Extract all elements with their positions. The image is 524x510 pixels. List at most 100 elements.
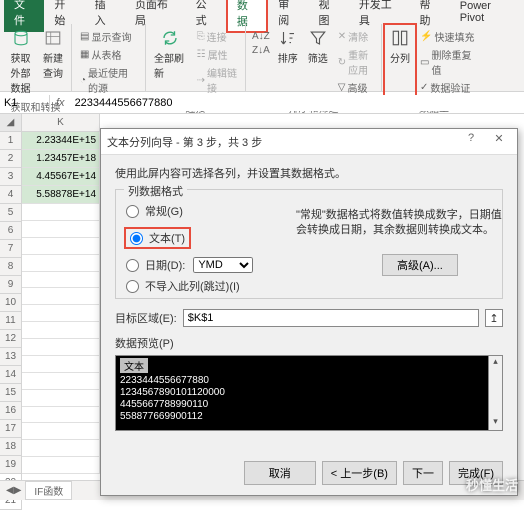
edit-link-icon: ⇢ (197, 75, 205, 86)
sort-asc-button[interactable]: A↓Z (250, 30, 272, 43)
refresh-label: 全部刷新 (154, 50, 187, 80)
dialog-close-button[interactable]: ✕ (487, 132, 511, 152)
cell[interactable] (22, 238, 100, 255)
sort-button[interactable]: 排序 (274, 26, 302, 98)
row-header[interactable]: 9 (0, 276, 22, 294)
column-header-k[interactable]: K (22, 114, 100, 132)
row-header[interactable]: 17 (0, 420, 22, 438)
row-header[interactable]: 18 (0, 438, 22, 456)
row-header[interactable]: 14 (0, 366, 22, 384)
clear-icon: ✕ (338, 31, 346, 42)
row-header[interactable]: 6 (0, 222, 22, 240)
formula-input[interactable] (71, 95, 524, 111)
row-header[interactable]: 5 (0, 204, 22, 222)
data-validation-button[interactable]: ✓数据验证 (418, 79, 480, 96)
row-header[interactable]: 3 (0, 168, 22, 186)
fx-icon[interactable]: fx (50, 97, 71, 109)
preview-line: 558877669900112 (120, 411, 203, 422)
edit-links-button[interactable]: ⇢编辑链接 (195, 64, 239, 96)
name-box[interactable]: K1 (0, 95, 50, 111)
radio-skip-row[interactable]: 不导入此列(跳过)(I) (126, 278, 492, 294)
get-external-data-button[interactable]: 获取 外部数据 (4, 26, 37, 97)
cell[interactable] (22, 440, 100, 457)
flash-fill-button[interactable]: ⚡快速填充 (418, 28, 480, 45)
row-header[interactable]: 11 (0, 312, 22, 330)
row-header[interactable]: 2 (0, 150, 22, 168)
cell[interactable] (22, 457, 100, 474)
refresh-icon (160, 28, 180, 48)
scroll-up-icon[interactable]: ▴ (489, 356, 502, 370)
target-range-input[interactable] (183, 309, 479, 327)
text-to-columns-button[interactable]: 分列 (386, 26, 414, 98)
show-query-button[interactable]: ▤显示查询 (78, 28, 139, 45)
cell[interactable] (22, 339, 100, 356)
sheet-nav-prev[interactable]: ◀ (6, 485, 14, 496)
preview-line: 4455667788990110 (120, 399, 208, 410)
sort-desc-button[interactable]: Z↓A (250, 44, 272, 57)
dedup-icon: ▭ (420, 57, 429, 68)
back-button[interactable]: < 上一步(B) (322, 461, 397, 485)
radio-text-row[interactable]: 文本(T) (126, 229, 189, 247)
cell[interactable] (22, 407, 100, 424)
radio-skip[interactable] (126, 280, 139, 293)
radio-text[interactable] (130, 232, 143, 245)
data-preview: 文本 2233444556677880 1234567890101120000 … (115, 355, 503, 431)
cell[interactable] (22, 255, 100, 272)
row-header[interactable]: 1 (0, 132, 22, 150)
select-all-corner[interactable]: ◢ (0, 114, 22, 132)
dialog-intro-text: 使用此屏内容可选择各列，并设置其数据格式。 (115, 165, 503, 181)
row-header[interactable]: 8 (0, 258, 22, 276)
range-picker-button[interactable]: ↥ (485, 309, 503, 327)
cancel-button[interactable]: 取消 (244, 461, 316, 485)
properties-button[interactable]: ☷属性 (195, 46, 239, 63)
advanced-button[interactable]: 高级(A)... (382, 254, 458, 276)
cell[interactable] (22, 390, 100, 407)
cell[interactable]: 4.45567E+14 (22, 168, 100, 186)
row-header[interactable]: 10 (0, 294, 22, 312)
row-header[interactable]: 16 (0, 402, 22, 420)
target-label: 目标区域(E): (115, 310, 177, 326)
radio-general[interactable] (126, 205, 139, 218)
sheet-tab[interactable]: IF函数 (25, 481, 72, 500)
cell[interactable] (22, 322, 100, 339)
cell[interactable] (22, 373, 100, 390)
next-button[interactable]: 下一 (403, 461, 443, 485)
connections-button[interactable]: ⎘连接 (195, 28, 239, 45)
reapply-button[interactable]: ↻重新应用 (336, 46, 375, 78)
row-header[interactable]: 7 (0, 240, 22, 258)
preview-scrollbar[interactable]: ▴ ▾ (488, 356, 502, 430)
cell[interactable] (22, 272, 100, 289)
recent-icon: ◔ (80, 75, 86, 86)
cell[interactable] (22, 305, 100, 322)
cell[interactable]: 2.23344E+15 (22, 132, 100, 150)
radio-date-label: 日期(D): (145, 257, 185, 273)
row-header[interactable]: 15 (0, 384, 22, 402)
row-header[interactable]: 19 (0, 456, 22, 474)
cell[interactable] (22, 288, 100, 305)
dialog-help-button[interactable]: ? (459, 132, 483, 152)
cell[interactable] (22, 204, 100, 221)
advanced-filter-button[interactable]: ▽高级 (336, 79, 375, 96)
filter-button[interactable]: 筛选 (304, 26, 332, 98)
sheet-nav-next[interactable]: ▶ (14, 485, 22, 496)
date-format-select[interactable]: YMD (193, 257, 253, 273)
from-table-button[interactable]: ▦从表格 (78, 46, 139, 63)
new-query-button[interactable]: 新建 查询 (39, 26, 67, 97)
preview-label: 数据预览(P) (115, 335, 503, 351)
cell[interactable]: 5.58878E+14 (22, 186, 100, 204)
radio-date[interactable] (126, 259, 139, 272)
cell[interactable]: 1.23457E+18 (22, 150, 100, 168)
remove-duplicates-button[interactable]: ▭删除重复值 (418, 46, 480, 78)
cell[interactable] (22, 356, 100, 373)
scroll-down-icon[interactable]: ▾ (489, 416, 502, 430)
dialog-titlebar[interactable]: 文本分列向导 - 第 3 步，共 3 步 ? ✕ (101, 129, 517, 155)
row-header[interactable]: 13 (0, 348, 22, 366)
cell[interactable] (22, 221, 100, 238)
row-header[interactable]: 4 (0, 186, 22, 204)
clear-filter-button[interactable]: ✕清除 (336, 28, 375, 45)
refresh-all-button[interactable]: 全部刷新 (150, 26, 191, 98)
finish-button[interactable]: 完成(F) (449, 461, 503, 485)
row-header[interactable]: 12 (0, 330, 22, 348)
cell[interactable] (22, 423, 100, 440)
recent-sources-button[interactable]: ◔最近使用的源 (78, 64, 139, 96)
